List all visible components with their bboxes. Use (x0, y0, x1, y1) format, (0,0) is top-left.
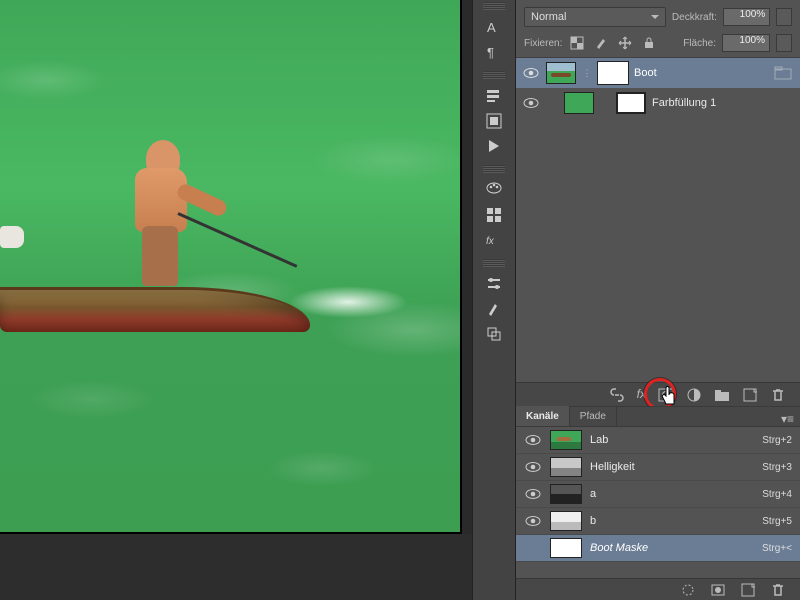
visibility-eye-icon[interactable] (524, 433, 542, 447)
layer-fx-icon[interactable]: fx (637, 387, 646, 403)
brush-settings-icon[interactable] (481, 273, 507, 295)
layer-thumbnail[interactable] (546, 62, 576, 84)
channel-row-a[interactable]: a Strg+4 (516, 481, 800, 508)
splash (288, 286, 408, 318)
panel-gripper[interactable] (483, 165, 505, 173)
opacity-dropdown-button[interactable] (776, 8, 792, 26)
channel-shortcut: Strg+2 (762, 435, 792, 446)
channel-thumbnail[interactable] (550, 511, 582, 531)
lock-transparency-icon[interactable] (568, 34, 586, 52)
svg-text:fx: fx (486, 236, 495, 247)
paragraph-panel-icon[interactable]: ¶ (481, 41, 507, 63)
channel-thumbnail[interactable] (550, 430, 582, 450)
lock-label: Fixieren: (524, 38, 562, 49)
new-group-icon[interactable] (714, 387, 730, 403)
channel-thumbnail[interactable] (550, 457, 582, 477)
channel-name: a (590, 488, 754, 500)
panel-tabs: Kanäle Pfade ▾≡ (516, 407, 800, 427)
channel-name: Boot Maske (590, 542, 754, 554)
layer-filter-icon[interactable] (774, 66, 792, 80)
fill-input[interactable]: 100% (722, 34, 770, 52)
link-layers-icon[interactable] (609, 387, 625, 403)
channel-thumbnail[interactable] (550, 538, 582, 558)
blend-mode-dropdown[interactable]: Normal (524, 7, 666, 27)
fill-dropdown-button[interactable] (776, 34, 792, 52)
opacity-input[interactable]: 100% (723, 8, 770, 26)
mask-link-icon[interactable]: ⋮ (582, 68, 592, 79)
layers-options: Normal Deckkraft: 100% Fixieren: Fläche:… (516, 0, 800, 58)
chevron-down-icon (651, 15, 659, 19)
layer-row-farbfuellung[interactable]: Farbfüllung 1 (516, 88, 800, 118)
brushes-panel-icon[interactable] (481, 298, 507, 320)
visibility-eye-icon[interactable] (524, 460, 542, 474)
layer-row-boot[interactable]: ⋮ Boot (516, 58, 800, 88)
svg-text:A: A (487, 20, 496, 35)
collapsed-panel-dock: A ¶ fx (472, 0, 516, 600)
canvas-area (0, 0, 472, 540)
adjustments-panel-icon[interactable]: fx (481, 229, 507, 251)
load-selection-icon[interactable] (680, 582, 696, 598)
layers-list: ⋮ Boot Farbfüllung 1 (516, 58, 800, 118)
layer-mask-thumbnail[interactable] (616, 92, 646, 114)
panel-gripper[interactable] (483, 2, 505, 10)
layer-thumbnail[interactable] (564, 92, 594, 114)
visibility-eye-icon[interactable] (522, 96, 540, 110)
lock-all-icon[interactable] (640, 34, 658, 52)
channel-shortcut: Strg+3 (762, 462, 792, 473)
boat-figure (0, 242, 310, 332)
history-panel-icon[interactable] (481, 110, 507, 132)
layer-name[interactable]: Boot (634, 67, 768, 79)
channel-shortcut: Strg+< (762, 543, 792, 554)
tab-channels[interactable]: Kanäle (516, 406, 570, 426)
actions-panel-icon[interactable] (481, 85, 507, 107)
channel-shortcut: Strg+4 (762, 489, 792, 500)
layer-name[interactable]: Farbfüllung 1 (652, 97, 794, 109)
panel-gripper[interactable] (483, 259, 505, 267)
channel-name: Lab (590, 434, 754, 446)
new-layer-icon[interactable] (742, 387, 758, 403)
layers-panel: Normal Deckkraft: 100% Fixieren: Fläche:… (516, 0, 800, 406)
fill-label: Fläche: (683, 38, 716, 49)
document-canvas[interactable] (0, 0, 462, 534)
lock-position-icon[interactable] (616, 34, 634, 52)
right-panel-column: Normal Deckkraft: 100% Fixieren: Fläche:… (516, 0, 800, 600)
opacity-label: Deckkraft: (672, 12, 717, 23)
blend-mode-value: Normal (531, 11, 566, 23)
add-mask-icon[interactable] (658, 387, 674, 403)
character-panel-icon[interactable]: A (481, 16, 507, 38)
channels-panel-footer (516, 578, 800, 600)
lock-pixels-icon[interactable] (592, 34, 610, 52)
channel-thumbnail[interactable] (550, 484, 582, 504)
channels-panel: Kanäle Pfade ▾≡ Lab Strg+2 Helligkeit St… (516, 406, 800, 600)
svg-text:¶: ¶ (487, 45, 494, 60)
swatches-panel-icon[interactable] (481, 179, 507, 201)
channel-row-lab[interactable]: Lab Strg+2 (516, 427, 800, 454)
adjustment-layer-icon[interactable] (686, 387, 702, 403)
panel-menu-icon[interactable]: ▾≡ (775, 412, 800, 426)
tab-paths[interactable]: Pfade (570, 406, 617, 426)
save-selection-icon[interactable] (710, 582, 726, 598)
visibility-eye-icon[interactable] (524, 487, 542, 501)
channel-row-boot-maske[interactable]: Boot Maske Strg+< (516, 535, 800, 562)
channel-row-helligkeit[interactable]: Helligkeit Strg+3 (516, 454, 800, 481)
play-icon[interactable] (481, 135, 507, 157)
channel-row-b[interactable]: b Strg+5 (516, 508, 800, 535)
channel-shortcut: Strg+5 (762, 516, 792, 527)
channel-name: Helligkeit (590, 461, 754, 473)
styles-panel-icon[interactable] (481, 204, 507, 226)
clone-source-icon[interactable] (481, 323, 507, 345)
new-channel-icon[interactable] (740, 582, 756, 598)
delete-channel-icon[interactable] (770, 582, 786, 598)
canvas-pasteboard (0, 534, 472, 600)
visibility-eye-icon[interactable] (524, 514, 542, 528)
panel-gripper[interactable] (483, 71, 505, 79)
channel-name: b (590, 515, 754, 527)
layers-panel-footer: fx (516, 382, 800, 406)
delete-layer-icon[interactable] (770, 387, 786, 403)
layer-mask-thumbnail[interactable] (598, 62, 628, 84)
visibility-eye-icon[interactable] (522, 66, 540, 80)
